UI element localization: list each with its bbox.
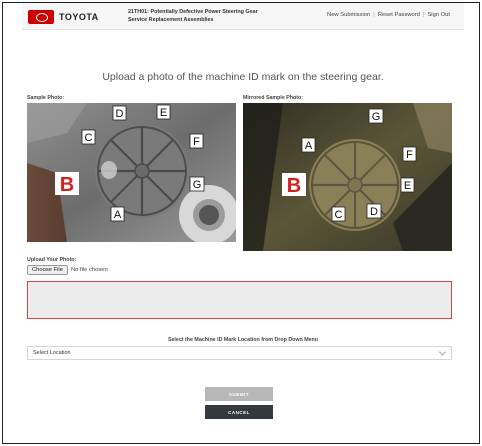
logo-text: TOYOTA xyxy=(59,12,99,22)
sample-photo-image: D E C F G A B xyxy=(27,103,236,242)
campaign-title-line1: 21TH01: Potentially Defective Power Stee… xyxy=(128,9,258,15)
mirrored-mark-f: F xyxy=(406,149,413,161)
reset-password-link[interactable]: Reset Password xyxy=(378,12,420,18)
nav-separator: | xyxy=(422,12,425,18)
mirrored-mark-a: A xyxy=(305,140,313,152)
location-select-value: Select Location xyxy=(33,350,71,356)
location-select-label: Select the Machine ID Mark Location from… xyxy=(167,337,319,343)
upload-photo-label: Upload Your Photo: xyxy=(27,257,77,263)
chevron-down-icon xyxy=(438,348,447,356)
mark-g: G xyxy=(193,179,202,191)
choose-file-button[interactable]: Choose File xyxy=(27,265,68,275)
cancel-button[interactable]: CANCEL xyxy=(205,405,273,419)
mark-f: F xyxy=(193,136,200,148)
new-submission-link[interactable]: New Submission xyxy=(327,12,370,18)
mirrored-photo-label: Mirrored Sample Photo: xyxy=(243,95,304,101)
mirrored-photo-image: G A F E D C B xyxy=(243,103,452,251)
file-status: No file chosen xyxy=(70,267,108,273)
nav-separator: | xyxy=(373,12,375,18)
header-nav: New Submission | Reset Password | Sign O… xyxy=(327,12,450,18)
app-header: TOYOTA 21TH01: Potentially Defective Pow… xyxy=(22,3,464,30)
submit-button[interactable]: SUBMIT xyxy=(205,387,273,401)
sign-out-link[interactable]: Sign Out xyxy=(427,12,450,18)
campaign-title-line2: Service Replacement Assemblies xyxy=(128,17,214,23)
mirrored-photo: G A F E D C B xyxy=(243,103,452,251)
mark-b: B xyxy=(60,174,74,196)
mark-d: D xyxy=(116,108,124,120)
sample-photo: D E C F G A B xyxy=(27,103,236,242)
location-select[interactable]: Select Location xyxy=(27,346,452,360)
mirrored-mark-g: G xyxy=(372,111,381,123)
mark-c: C xyxy=(85,132,93,144)
mirrored-mark-d: D xyxy=(370,206,378,218)
toyota-emblem-icon xyxy=(28,10,54,24)
mirrored-mark-b: B xyxy=(287,175,301,197)
campaign-title: 21TH01: Potentially Defective Power Stee… xyxy=(128,8,258,24)
mirrored-mark-c: C xyxy=(335,209,343,221)
file-input-row: Choose File No file chosen xyxy=(27,265,108,275)
sample-photo-label: Sample Photo: xyxy=(27,95,65,101)
mirrored-mark-e: E xyxy=(404,180,411,192)
page-title: Upload a photo of the machine ID mark on… xyxy=(102,71,384,83)
toyota-logo[interactable]: TOYOTA xyxy=(28,9,99,25)
mark-a: A xyxy=(114,209,122,221)
photo-drop-area[interactable] xyxy=(27,281,452,319)
mark-e: E xyxy=(160,107,167,119)
